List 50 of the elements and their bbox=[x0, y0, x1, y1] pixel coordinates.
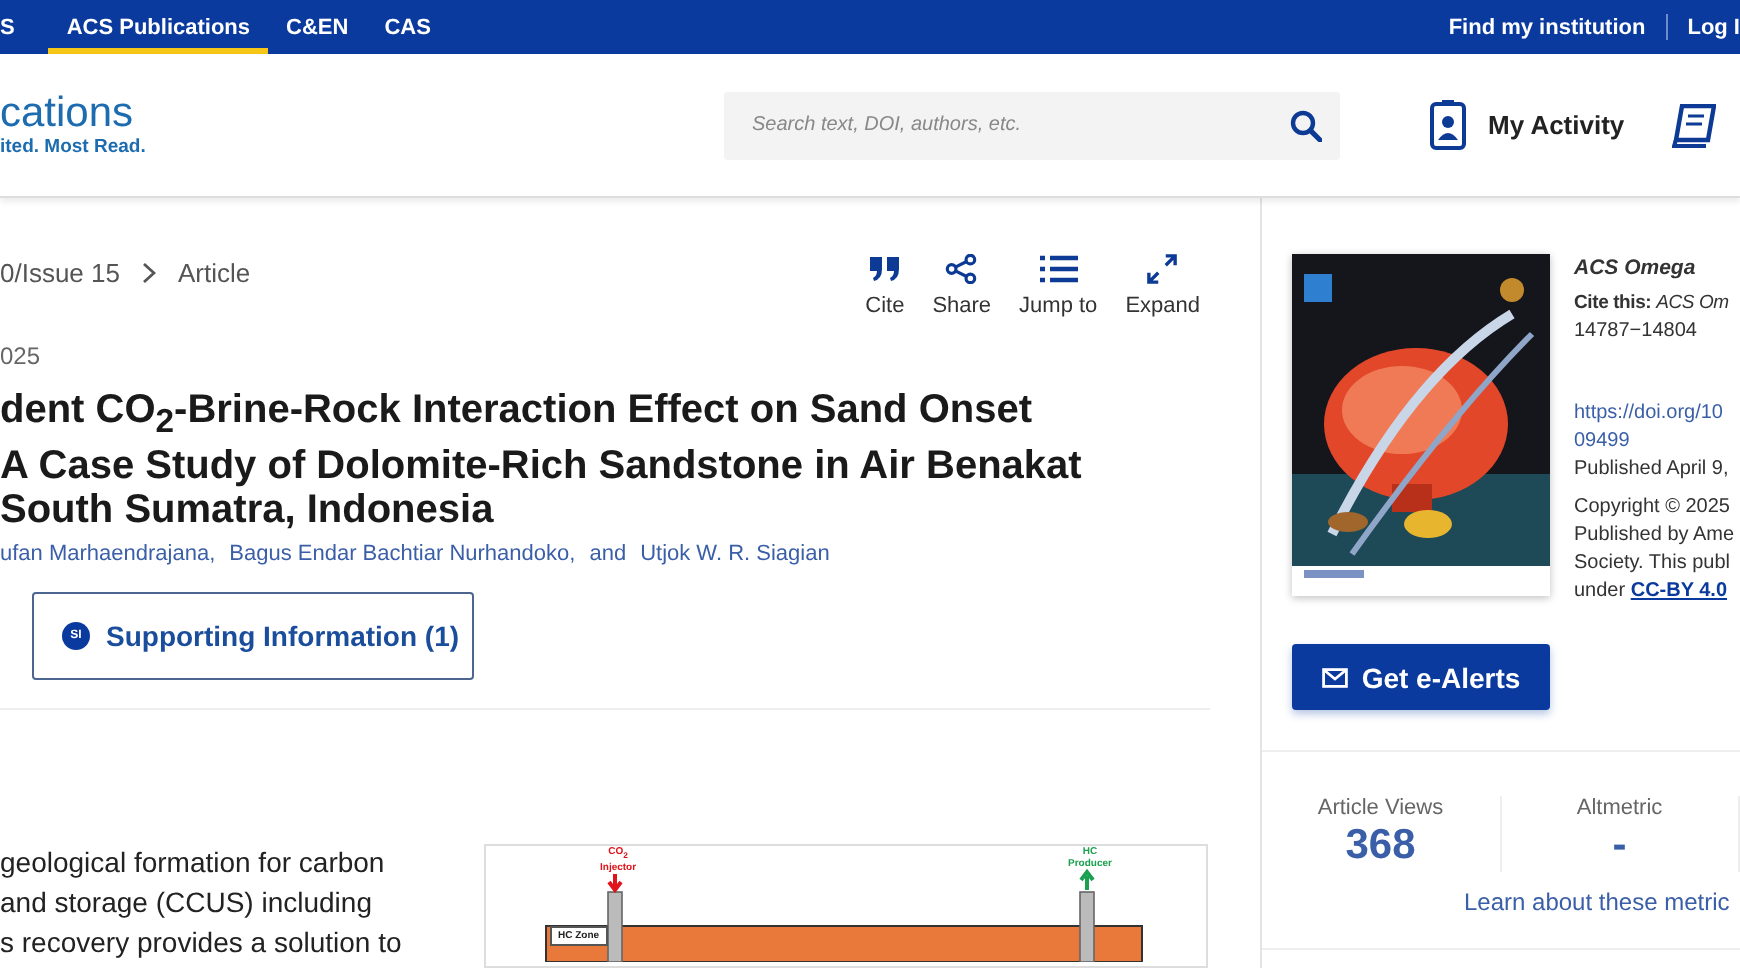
nav-link[interactable]: Find my institution bbox=[1448, 15, 1646, 39]
chevron-right-icon bbox=[142, 261, 156, 283]
abstract-text-line: and storage (CCUS) including bbox=[0, 884, 374, 922]
nav-tab[interactable]: CAS bbox=[366, 0, 449, 54]
article-title-line: South Sumatra, Indonesia bbox=[0, 488, 496, 532]
publication-date: 025 bbox=[0, 342, 43, 370]
envelope-icon bbox=[1321, 667, 1348, 687]
article-title-line: dent CO$_{2}$-Brine-Rock Interaction Effect on Sand Onset bbox=[0, 388, 1034, 444]
logo-text[interactable]: cations bbox=[0, 92, 724, 136]
article-title-line: A Case Study of Dolomite-Rich Sandstone in Air Benakat bbox=[0, 444, 1084, 488]
author-link[interactable]: Utjok W. R. Siagian bbox=[640, 542, 830, 566]
journal-name[interactable]: ACS Omega bbox=[1574, 254, 1735, 282]
logo-tagline: ited. Most Read. bbox=[0, 136, 148, 158]
id-badge-icon[interactable] bbox=[1430, 100, 1466, 150]
published-date: Published April 9, bbox=[1574, 456, 1731, 484]
metric-label: Altmetric bbox=[1576, 796, 1663, 820]
breadcrumb-link[interactable]: 0/Issue 15 bbox=[0, 257, 120, 287]
citation-text: Cite this: ACS Om bbox=[1574, 290, 1731, 318]
share-icon bbox=[944, 254, 979, 284]
article-action-button[interactable]: Expand bbox=[1121, 250, 1204, 322]
metric-value: 368 bbox=[1345, 820, 1416, 872]
author-link[interactable]: ufan Marhaendrajana, bbox=[0, 542, 216, 566]
article-action-button[interactable]: Cite bbox=[861, 250, 909, 322]
author-link[interactable]: and bbox=[589, 542, 627, 566]
metric-label: Article Views bbox=[1317, 796, 1444, 820]
search-bar[interactable]: Search text, DOI, authors, etc. bbox=[724, 91, 1340, 159]
my-activity-link[interactable]: My Activity bbox=[1488, 110, 1625, 140]
nav-tab[interactable]: S bbox=[0, 0, 33, 54]
search-field[interactable]: Search text, DOI, authors, etc. bbox=[748, 112, 1290, 138]
author-link[interactable]: Bagus Endar Bachtiar Nurhandoko, bbox=[229, 542, 576, 566]
license-link[interactable]: CC-BY 4.0 bbox=[1630, 580, 1728, 602]
nav-link[interactable]: Log I bbox=[1687, 15, 1740, 39]
list-icon bbox=[1039, 254, 1078, 284]
copyright-text: Copyright © 2025 Published by Ame Society. This publ under CC-BY 4.0 bbox=[1574, 494, 1735, 606]
metrics-link[interactable]: Learn about these metric bbox=[1464, 888, 1740, 916]
breadcrumb-current: Article bbox=[178, 257, 251, 287]
article-action-button[interactable]: Jump to bbox=[1015, 250, 1102, 322]
doi-link[interactable]: https://doi.org/10 09499 bbox=[1574, 400, 1735, 456]
abstract-text-line: geological formation for carbon bbox=[0, 844, 387, 882]
book-icon[interactable] bbox=[1672, 103, 1717, 147]
article-action-button[interactable]: Share bbox=[928, 250, 996, 322]
page-range: 14787−14804 bbox=[1574, 318, 1699, 346]
search-icon[interactable] bbox=[1290, 109, 1322, 141]
quote-icon bbox=[869, 254, 900, 284]
get-alerts-button[interactable]: Get e-Alerts bbox=[1292, 644, 1550, 710]
nav-tab[interactable]: ACS Publications bbox=[48, 0, 269, 54]
expand-icon bbox=[1146, 254, 1179, 284]
nav-tab[interactable]: C&EN bbox=[268, 0, 367, 54]
abstract-text-line: s recovery provides a solution to bbox=[0, 924, 404, 962]
metric-value: - bbox=[1612, 820, 1627, 872]
